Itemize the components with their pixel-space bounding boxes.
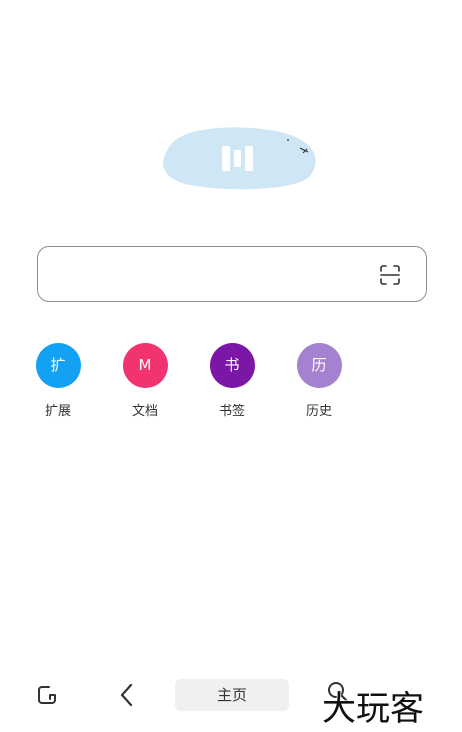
- documents-icon: M: [122, 343, 168, 388]
- home-button[interactable]: 主页: [175, 679, 289, 711]
- tabs-icon[interactable]: [36, 684, 58, 706]
- shortcut-extensions[interactable]: 扩 扩展: [28, 343, 88, 419]
- browser-logo: [163, 127, 316, 190]
- shortcut-documents[interactable]: M 文档: [115, 343, 175, 419]
- search-box[interactable]: [37, 246, 427, 302]
- bottom-toolbar: 主页 大玩客: [0, 668, 462, 726]
- shortcut-history[interactable]: 历 历史: [289, 343, 349, 419]
- search-input[interactable]: [52, 257, 372, 291]
- shortcut-bookmarks[interactable]: 书 书签: [202, 343, 262, 419]
- shortcut-label: 扩展: [44, 404, 71, 419]
- svg-text:大玩客: 大玩客: [322, 689, 424, 726]
- scan-icon[interactable]: [378, 263, 402, 287]
- extensions-icon: 扩: [35, 343, 81, 388]
- history-icon: 历: [296, 343, 342, 388]
- shortcut-label: 文档: [131, 404, 158, 419]
- bookmarks-icon: 书: [209, 343, 255, 388]
- shortcut-grid: 扩 扩展 M 文档 书 书签 历 历史: [35, 343, 366, 423]
- back-icon[interactable]: [117, 682, 137, 708]
- shortcut-label: 书签: [218, 404, 245, 419]
- watermark-logo: 大玩客: [322, 682, 425, 726]
- shortcut-label: 历史: [305, 404, 332, 419]
